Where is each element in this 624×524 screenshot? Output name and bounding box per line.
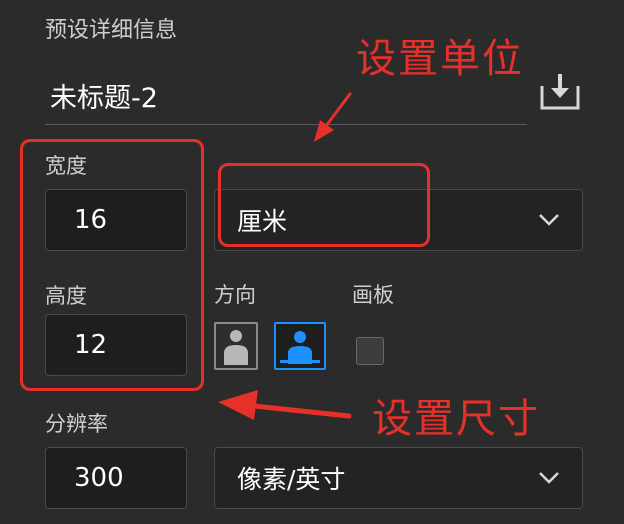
document-name-input[interactable]: 未标题-2	[50, 76, 158, 115]
resolution-label: 分辨率	[45, 412, 108, 436]
size-annotation-arrow	[218, 390, 352, 420]
resolution-unit-value: 像素/英寸	[237, 465, 346, 494]
document-name-underline	[45, 124, 527, 125]
annotation-set-size: 设置尺寸	[372, 396, 540, 442]
resolution-input[interactable]: 300	[45, 447, 187, 509]
artboard-label: 画板	[352, 283, 394, 307]
chevron-down-icon	[539, 214, 559, 226]
resolution-unit-select[interactable]: 像素/英寸	[214, 447, 583, 509]
orientation-label: 方向	[214, 283, 256, 307]
landscape-orientation-icon[interactable]	[274, 322, 326, 370]
save-preset-icon[interactable]	[538, 72, 582, 112]
unit-annotation-arrow	[314, 92, 352, 142]
portrait-orientation-icon[interactable]	[214, 322, 258, 370]
chevron-down-icon	[539, 472, 559, 484]
size-highlight-box	[20, 139, 204, 391]
preset-details-title: 预设详细信息	[45, 18, 178, 43]
artboard-checkbox[interactable]	[356, 337, 384, 365]
annotation-set-unit: 设置单位	[356, 36, 524, 82]
unit-highlight-box	[218, 163, 430, 247]
